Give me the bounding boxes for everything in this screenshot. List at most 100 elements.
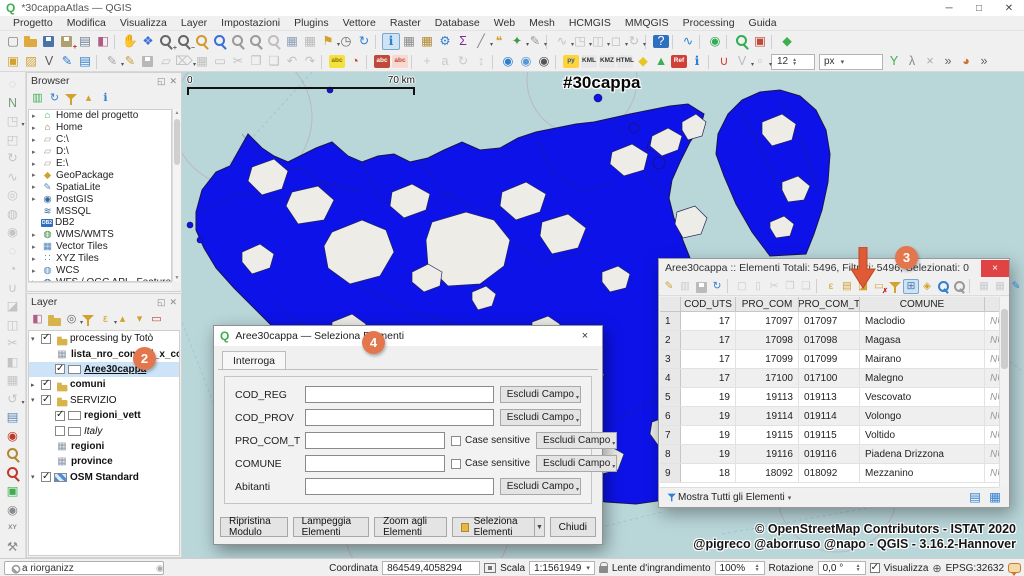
bookmarks-icon[interactable]: ⚑▾ xyxy=(319,33,337,50)
globe-secondary-icon[interactable]: ◉ xyxy=(517,53,535,70)
copy-move-feature-icon[interactable]: ◰ xyxy=(4,132,22,149)
reshape-features-icon[interactable]: ◳▾ xyxy=(571,33,589,50)
flash-features-button[interactable]: Lampeggia Elementi xyxy=(293,517,370,537)
table-cell[interactable]: 019115 xyxy=(799,426,860,444)
exclude-field-button[interactable]: Escludi Campo▾ xyxy=(536,432,617,449)
label-size-spinner[interactable]: 12▲▼ xyxy=(771,54,815,70)
zoom-last-icon[interactable] xyxy=(247,33,265,50)
browser-item-vector-tiles[interactable]: ▸▦Vector Tiles xyxy=(29,241,171,253)
scroll-up-icon[interactable]: ▲ xyxy=(173,109,181,117)
layer-item-label[interactable]: processing by Totò xyxy=(70,333,153,344)
expand-all-icon[interactable]: ▴ xyxy=(114,312,131,328)
table-row[interactable]: 41717100017100MalegnoNULL xyxy=(660,369,999,388)
expander-icon[interactable]: ▸ xyxy=(32,171,41,179)
browser-item-e-[interactable]: ▸▱E:\ xyxy=(29,158,171,170)
move-label-icon[interactable]: + xyxy=(418,53,436,70)
table-cell[interactable]: 17 xyxy=(681,331,736,349)
table-cell[interactable]: NULL xyxy=(985,388,999,406)
scale-combo[interactable]: 1:1561949 ▾ xyxy=(529,561,595,575)
layer-visibility-checkbox[interactable] xyxy=(41,472,51,482)
browser-item-postgis[interactable]: ▸◉PostGIS xyxy=(29,193,171,205)
table-row[interactable]: 81919116019116Piadena DrizzonaNULL xyxy=(660,445,999,464)
zoom-tool-icon[interactable] xyxy=(4,446,22,463)
menu-impostazioni[interactable]: Impostazioni xyxy=(214,15,287,32)
move-selection-top-icon[interactable]: ◈ xyxy=(919,279,935,294)
toolbar-overflow-1-icon[interactable]: » xyxy=(939,53,957,70)
browser-item-wms-wmts[interactable]: ▸◍WMS/WMTS xyxy=(29,229,171,241)
zoom-in-icon[interactable]: + xyxy=(157,33,175,50)
annotation-polygon-icon[interactable]: ◌ xyxy=(4,76,22,93)
map-tips-icon[interactable]: ❝ xyxy=(490,33,508,50)
table-cell[interactable]: 017099 xyxy=(799,350,860,368)
info-tool-icon[interactable]: ℹ xyxy=(688,53,706,70)
table-row[interactable]: 91818092018092MezzaninoNULL xyxy=(660,464,999,483)
table-cell[interactable]: 18092 xyxy=(736,464,799,482)
reset-form-button[interactable]: Ripristina Modulo xyxy=(220,517,288,537)
expander-icon[interactable]: ▾ xyxy=(31,335,41,343)
case-sensitive-checkbox[interactable] xyxy=(451,436,461,446)
cod_reg-input[interactable] xyxy=(305,386,494,403)
change-label-icon[interactable]: a xyxy=(436,53,454,70)
expander-icon[interactable]: ▸ xyxy=(32,255,41,263)
expander-icon[interactable]: ▸ xyxy=(32,231,41,239)
attribute-table-titlebar[interactable]: Aree30cappa :: Elementi Totali: 5496, Fi… xyxy=(659,259,1009,277)
maximize-button[interactable]: □ xyxy=(964,0,994,16)
add-part-icon[interactable]: ◍ xyxy=(4,206,22,223)
layer-item-aree30cappa[interactable]: Aree30cappa xyxy=(29,362,179,377)
rotation-spin[interactable]: 0,0 ° ▲▼ xyxy=(818,561,866,575)
table-cell[interactable]: 018092 xyxy=(799,464,860,482)
options-wrench-icon[interactable]: ⚒ xyxy=(4,539,22,556)
delete-part-icon[interactable]: ◔ xyxy=(4,261,22,278)
expander-icon[interactable]: ▸ xyxy=(32,243,41,251)
zoom-to-layer-icon[interactable] xyxy=(229,33,247,50)
table-cell[interactable]: 19 xyxy=(681,445,736,463)
filter-expression-icon[interactable]: ε▾ xyxy=(97,312,114,328)
zoom-to-features-button[interactable]: Zoom agli Elementi xyxy=(374,517,447,537)
expander-icon[interactable]: ▸ xyxy=(32,124,41,132)
osm-place-search-icon[interactable]: ▣ xyxy=(751,33,769,50)
table-cell[interactable]: NULL xyxy=(985,464,999,482)
layer-item-regioni-vett[interactable]: regioni_vett xyxy=(29,408,179,423)
table-reload-icon[interactable]: ↻ xyxy=(709,279,725,294)
table-cut-icon[interactable]: ✂ xyxy=(766,279,782,294)
case-sensitive-option[interactable]: Case sensitive xyxy=(451,435,530,446)
render-checkbox[interactable] xyxy=(870,563,880,573)
coordinate-value[interactable]: 864549,4058294 xyxy=(382,561,480,575)
lock-scale-icon[interactable] xyxy=(599,566,608,573)
globe-tool-icon[interactable]: ◉ xyxy=(4,502,22,519)
mag-pin-icon[interactable] xyxy=(4,465,22,482)
select-by-expression-icon[interactable]: ε xyxy=(823,279,839,294)
field-calculator-icon[interactable]: ▦ xyxy=(418,33,436,50)
add-selected-layers-icon[interactable]: ▥ xyxy=(29,91,46,107)
merge-attributes-icon[interactable]: ▦ xyxy=(4,372,22,389)
layer-item-processing-by-tot-[interactable]: ▾ processing by Totò xyxy=(29,331,179,346)
new-project-icon[interactable]: ▢ xyxy=(4,33,22,50)
project-layouts-icon[interactable]: ▤ xyxy=(76,33,94,50)
table-cell[interactable]: 2 xyxy=(660,331,681,349)
exclude-field-button[interactable]: Escludi Campo▾ xyxy=(536,455,617,472)
table-panel-view-icon[interactable]: ▤ xyxy=(966,489,984,506)
add-ring-icon[interactable]: ◎ xyxy=(4,187,22,204)
table-cell[interactable]: Mezzanino xyxy=(860,464,985,482)
globe-dark-icon[interactable]: ◉ xyxy=(535,53,553,70)
rotate-feature-tool-icon[interactable]: ↻ xyxy=(4,150,22,167)
table-cell[interactable]: 17098 xyxy=(736,331,799,349)
collapse-all-layers-icon[interactable]: ▾ xyxy=(131,312,148,328)
table-save-edits-icon[interactable] xyxy=(693,279,709,294)
exclude-field-button[interactable]: Escludi Campo▾ xyxy=(500,409,581,426)
delete-ring-icon[interactable]: ◌ xyxy=(4,243,22,260)
table-cell[interactable]: 18 xyxy=(681,464,736,482)
new-print-layout-icon[interactable]: ▤ xyxy=(4,409,22,426)
reshape-tool-icon[interactable]: ◪ xyxy=(4,298,22,315)
menu-processing[interactable]: Processing xyxy=(676,15,742,32)
table-row[interactable]: 31717099017099MairanoNULL xyxy=(660,350,999,369)
table-cell[interactable]: NULL xyxy=(985,369,999,387)
resize-label-icon[interactable]: ↕ xyxy=(472,53,490,70)
hexagon-plugin-icon[interactable]: ◆ xyxy=(778,33,796,50)
kmz-export-icon[interactable]: KMZ xyxy=(599,55,615,68)
expander-icon[interactable]: ▸ xyxy=(32,160,41,168)
column-header-CO[interactable]: CO xyxy=(985,297,999,311)
table-cell[interactable]: 19 xyxy=(681,407,736,425)
table-cell[interactable]: 9 xyxy=(660,464,681,482)
select-features-button[interactable]: Seleziona Elementi xyxy=(452,517,535,537)
